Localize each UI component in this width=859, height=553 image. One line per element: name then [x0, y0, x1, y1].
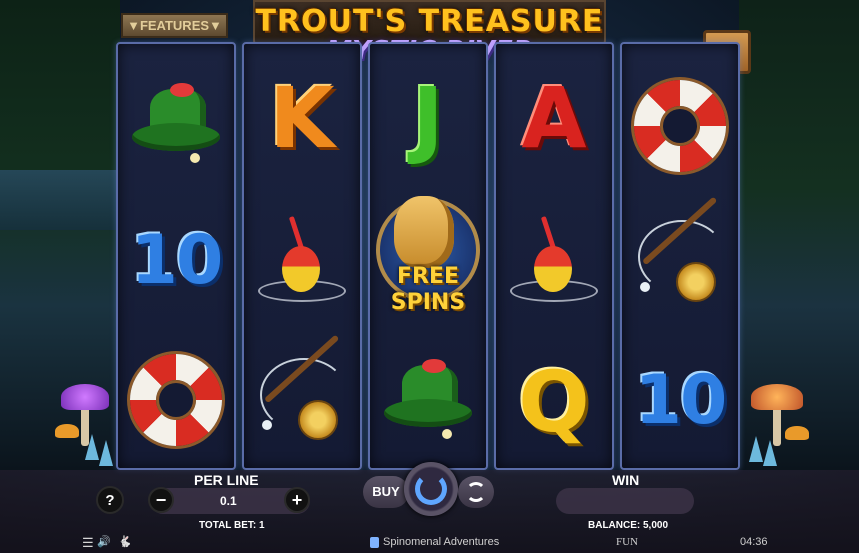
game-mode: FUN	[616, 536, 639, 548]
symbol-letter-q: Q	[518, 353, 590, 451]
win-display	[556, 488, 694, 514]
menu-icon[interactable]: ☰	[82, 535, 94, 551]
decrease-bet-button[interactable]: −	[148, 487, 174, 513]
per-line-label: PER LINE	[194, 472, 259, 488]
symbol-fishing-hat	[118, 58, 234, 198]
brand-logo-icon	[370, 537, 379, 548]
symbol-fishing-rod	[622, 192, 738, 332]
mushroom-right-decoration	[745, 380, 815, 470]
symbol-ten: 10	[130, 220, 224, 300]
symbol-bobber	[496, 194, 612, 334]
symbol-lifebuoy	[118, 330, 234, 470]
features-button[interactable]: ▼FEATURES▼	[121, 13, 228, 38]
buy-feature-button[interactable]: BUY	[363, 476, 409, 508]
win-label: WIN	[612, 472, 640, 488]
symbol-letter-a: A	[521, 69, 587, 167]
spin-button[interactable]	[404, 462, 458, 516]
per-line-value: 0.1	[220, 494, 237, 508]
symbol-lifebuoy	[622, 56, 738, 196]
spin-icon	[415, 473, 447, 505]
game-title: TROUT'S TREASURE	[255, 4, 604, 39]
reel-1: 10	[116, 42, 236, 470]
autoplay-button[interactable]	[458, 476, 494, 508]
reel-2: K	[242, 42, 362, 470]
reel-4: A Q	[494, 42, 614, 470]
river-background	[0, 170, 120, 230]
symbol-letter-j: J	[412, 69, 444, 167]
clock: 04:36	[740, 536, 768, 548]
turbo-rabbit-icon[interactable]: 🐇	[118, 535, 132, 548]
symbol-scatter-free-spins: FREE SPINS	[370, 190, 486, 330]
symbol-fishing-rod	[244, 330, 360, 470]
autoplay-icon	[466, 482, 486, 502]
increase-bet-button[interactable]: +	[284, 487, 310, 513]
symbol-ten: 10	[634, 360, 728, 440]
total-bet: TOTAL BET: 1	[199, 520, 265, 531]
symbol-fishing-hat	[370, 334, 486, 474]
balance: BALANCE: 5,000	[588, 520, 669, 531]
golden-fish-icon	[394, 196, 454, 268]
symbol-letter-k: K	[269, 69, 335, 167]
brand-name: Spinomenal Adventures	[383, 536, 500, 548]
mushroom-left-decoration	[55, 380, 115, 470]
help-button[interactable]: ?	[96, 486, 124, 514]
reel-3: J FREE SPINS	[368, 42, 488, 470]
sound-icon[interactable]: 🔊	[97, 535, 111, 548]
symbol-bobber	[244, 194, 360, 334]
reel-5: 10	[620, 42, 740, 470]
